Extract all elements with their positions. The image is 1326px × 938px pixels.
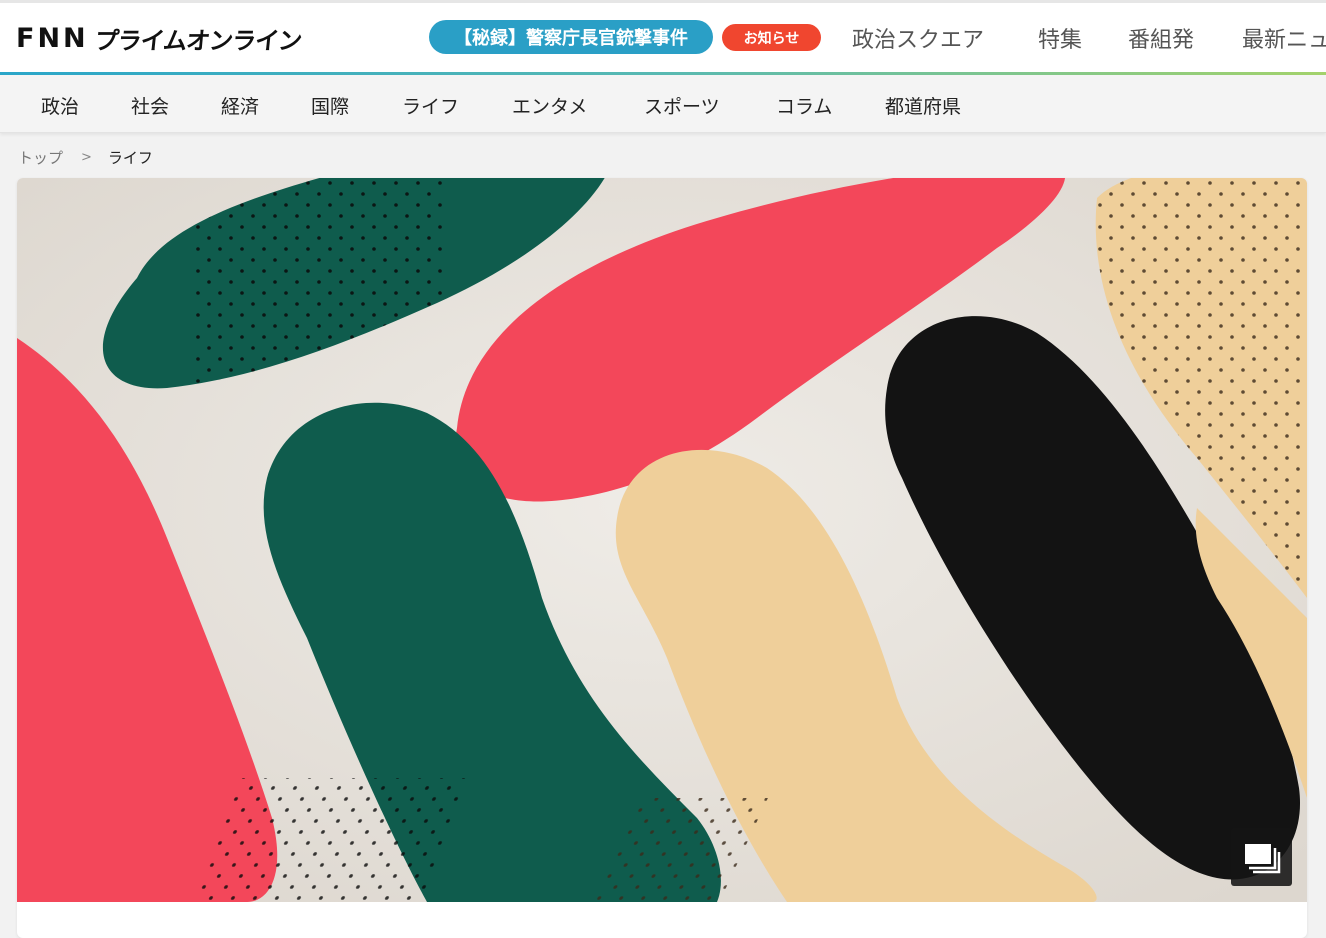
- category-nav: 政治 社会 経済 国際 ライフ エンタメ スポーツ コラム 都道府県: [0, 75, 1326, 133]
- notice-button[interactable]: お知らせ: [722, 24, 821, 51]
- logo-fnn-text: FNN: [16, 22, 89, 54]
- nav-politics-square[interactable]: 政治スクエア: [852, 22, 984, 54]
- breadcrumb-separator: >: [81, 150, 92, 165]
- logo-subtitle: プライムオンライン: [92, 26, 303, 55]
- nav-programs[interactable]: 番組発: [1128, 22, 1194, 54]
- breadcrumb-current: ライフ: [107, 149, 153, 167]
- category-column[interactable]: コラム: [776, 92, 832, 119]
- featured-story-link[interactable]: 【秘録】警察庁長官銃撃事件: [429, 20, 713, 54]
- category-prefectures[interactable]: 都道府県: [885, 92, 961, 119]
- category-society[interactable]: 社会: [131, 92, 169, 119]
- article-card: [17, 178, 1307, 938]
- gallery-icon: [1245, 844, 1281, 874]
- category-economy[interactable]: 経済: [221, 92, 259, 119]
- breadcrumb: トップ > ライフ: [18, 147, 153, 168]
- category-sports[interactable]: スポーツ: [644, 92, 720, 119]
- category-politics[interactable]: 政治: [41, 92, 79, 119]
- breadcrumb-home[interactable]: トップ: [18, 147, 63, 168]
- category-international[interactable]: 国際: [311, 92, 349, 119]
- site-header: FNN プライムオンライン 【秘録】警察庁長官銃撃事件 お知らせ 政治スクエア …: [0, 3, 1326, 73]
- nav-latest-news[interactable]: 最新ニュ: [1242, 22, 1326, 54]
- site-logo[interactable]: FNN プライムオンライン: [16, 22, 303, 55]
- category-life[interactable]: ライフ: [402, 92, 459, 119]
- category-entertainment[interactable]: エンタメ: [512, 92, 587, 119]
- nav-special[interactable]: 特集: [1038, 22, 1082, 54]
- hero-image: [17, 178, 1307, 902]
- gallery-button[interactable]: [1231, 828, 1292, 886]
